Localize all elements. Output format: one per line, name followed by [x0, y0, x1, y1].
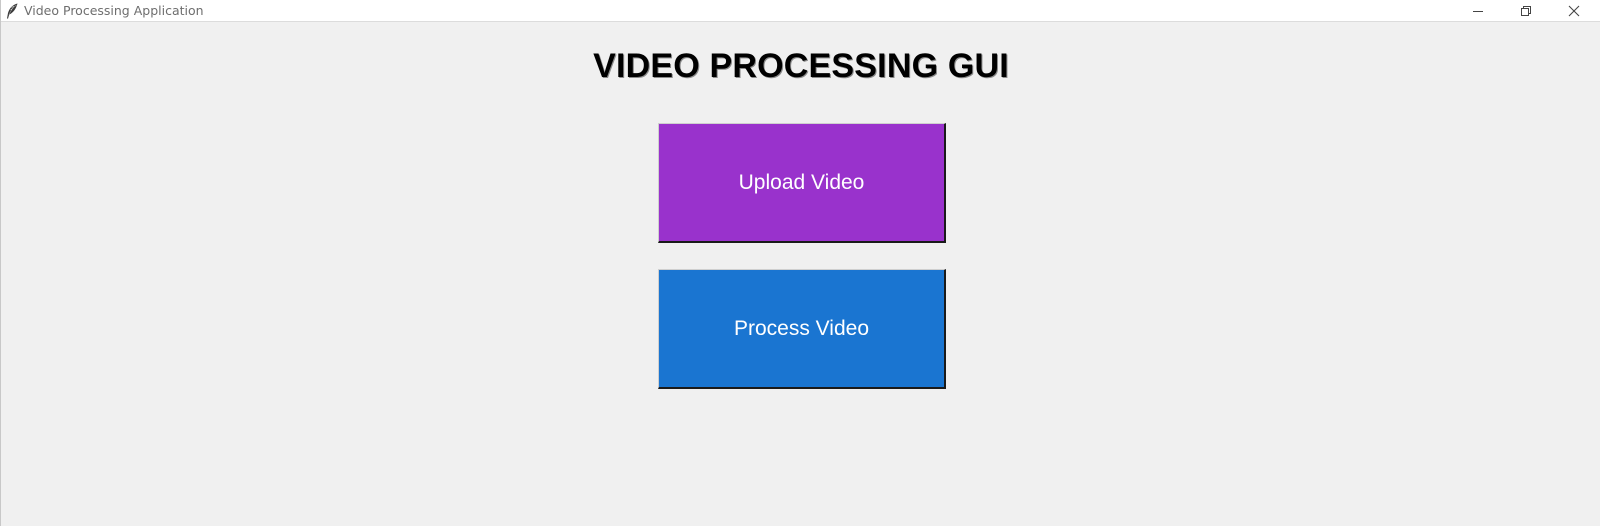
close-icon: [1568, 5, 1580, 17]
title-bar[interactable]: Video Processing Application: [1, 0, 1600, 22]
page-title: VIDEO PROCESSING GUI: [593, 47, 1009, 85]
upload-video-button[interactable]: Upload Video: [658, 123, 946, 243]
feather-icon: [5, 3, 19, 19]
minimize-button[interactable]: [1455, 0, 1501, 21]
process-video-button[interactable]: Process Video: [658, 269, 946, 389]
restore-button[interactable]: [1503, 0, 1549, 21]
minimize-icon: [1472, 5, 1484, 17]
close-button[interactable]: [1551, 0, 1597, 21]
window-title: Video Processing Application: [24, 3, 204, 18]
restore-icon: [1520, 5, 1532, 17]
app-window: Video Processing Application VIDEO PROCE…: [0, 0, 1600, 526]
